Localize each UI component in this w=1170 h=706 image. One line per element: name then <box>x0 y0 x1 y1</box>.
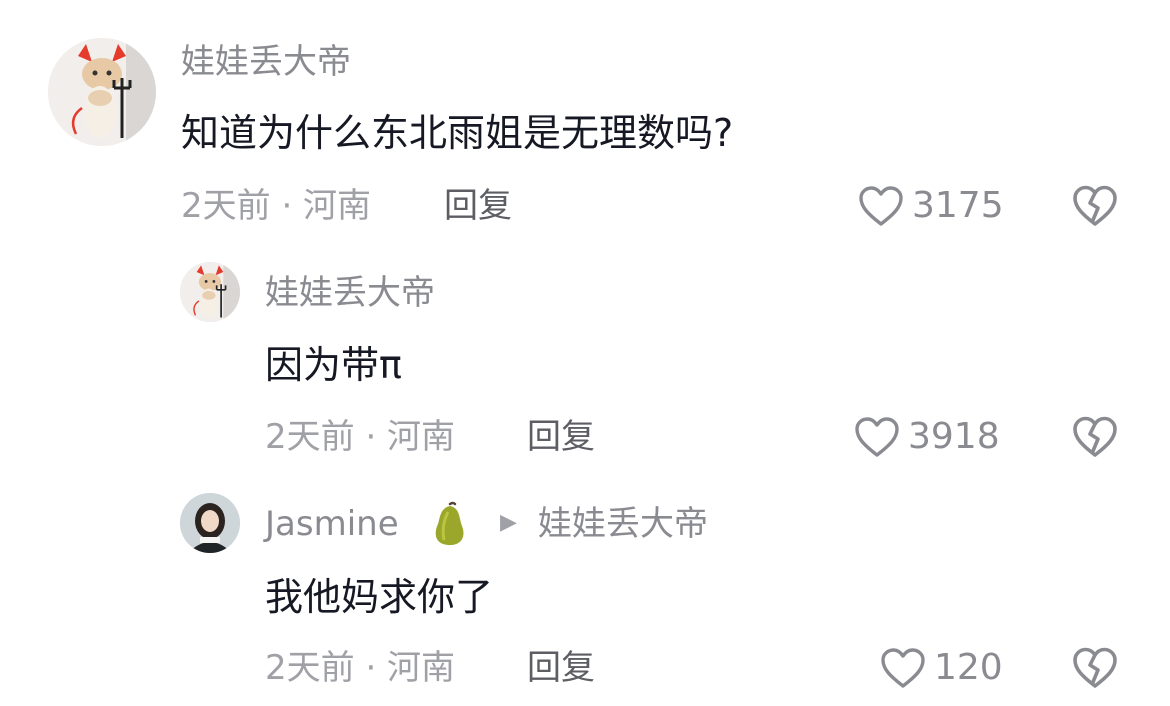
comment-time-location: 2天前 · 河南 <box>265 648 456 688</box>
commenter-avatar[interactable] <box>180 493 240 553</box>
like-count: 3175 <box>912 185 1004 226</box>
comment-username[interactable]: 娃娃丢大帝 <box>265 276 435 310</box>
dislike-button[interactable] <box>1072 646 1118 690</box>
commenter-avatar[interactable] <box>180 262 240 322</box>
cat-devil-avatar-icon <box>48 38 156 146</box>
like-button[interactable]: 3175 <box>858 185 1004 227</box>
heart-outline-icon <box>858 185 904 227</box>
girl-photo-avatar-icon <box>180 493 240 553</box>
dislike-button[interactable] <box>1072 184 1118 228</box>
like-count: 120 <box>934 647 1003 688</box>
comment-time-location: 2天前 · 河南 <box>181 186 372 226</box>
comment-time-location: 2天前 · 河南 <box>265 417 456 457</box>
cat-devil-avatar-icon <box>180 262 240 322</box>
comment-username[interactable]: 娃娃丢大帝 <box>181 45 351 79</box>
like-count: 3918 <box>908 416 1000 457</box>
broken-heart-icon <box>1072 646 1118 690</box>
pear-emoji <box>426 500 472 548</box>
like-button[interactable]: 3918 <box>854 416 1000 458</box>
heart-outline-icon <box>854 416 900 458</box>
dislike-button[interactable] <box>1072 415 1118 459</box>
comment-text: 我他妈求你了 <box>265 575 494 619</box>
heart-outline-icon <box>880 647 926 689</box>
comment-text: 知道为什么东北雨姐是无理数吗? <box>181 111 734 155</box>
reply-to-username[interactable]: 娃娃丢大帝 <box>538 507 708 541</box>
commenter-avatar[interactable] <box>48 38 156 146</box>
reply-button[interactable]: 回复 <box>444 189 512 223</box>
reply-button[interactable]: 回复 <box>527 651 595 685</box>
like-button[interactable]: 120 <box>880 647 1003 689</box>
broken-heart-icon <box>1072 415 1118 459</box>
reply-button[interactable]: 回复 <box>527 420 595 454</box>
comment-username[interactable]: Jasmine <box>265 507 399 541</box>
broken-heart-icon <box>1072 184 1118 228</box>
reply-arrow-icon: ▶ <box>500 510 517 535</box>
comment-text: 因为带π <box>265 343 402 387</box>
